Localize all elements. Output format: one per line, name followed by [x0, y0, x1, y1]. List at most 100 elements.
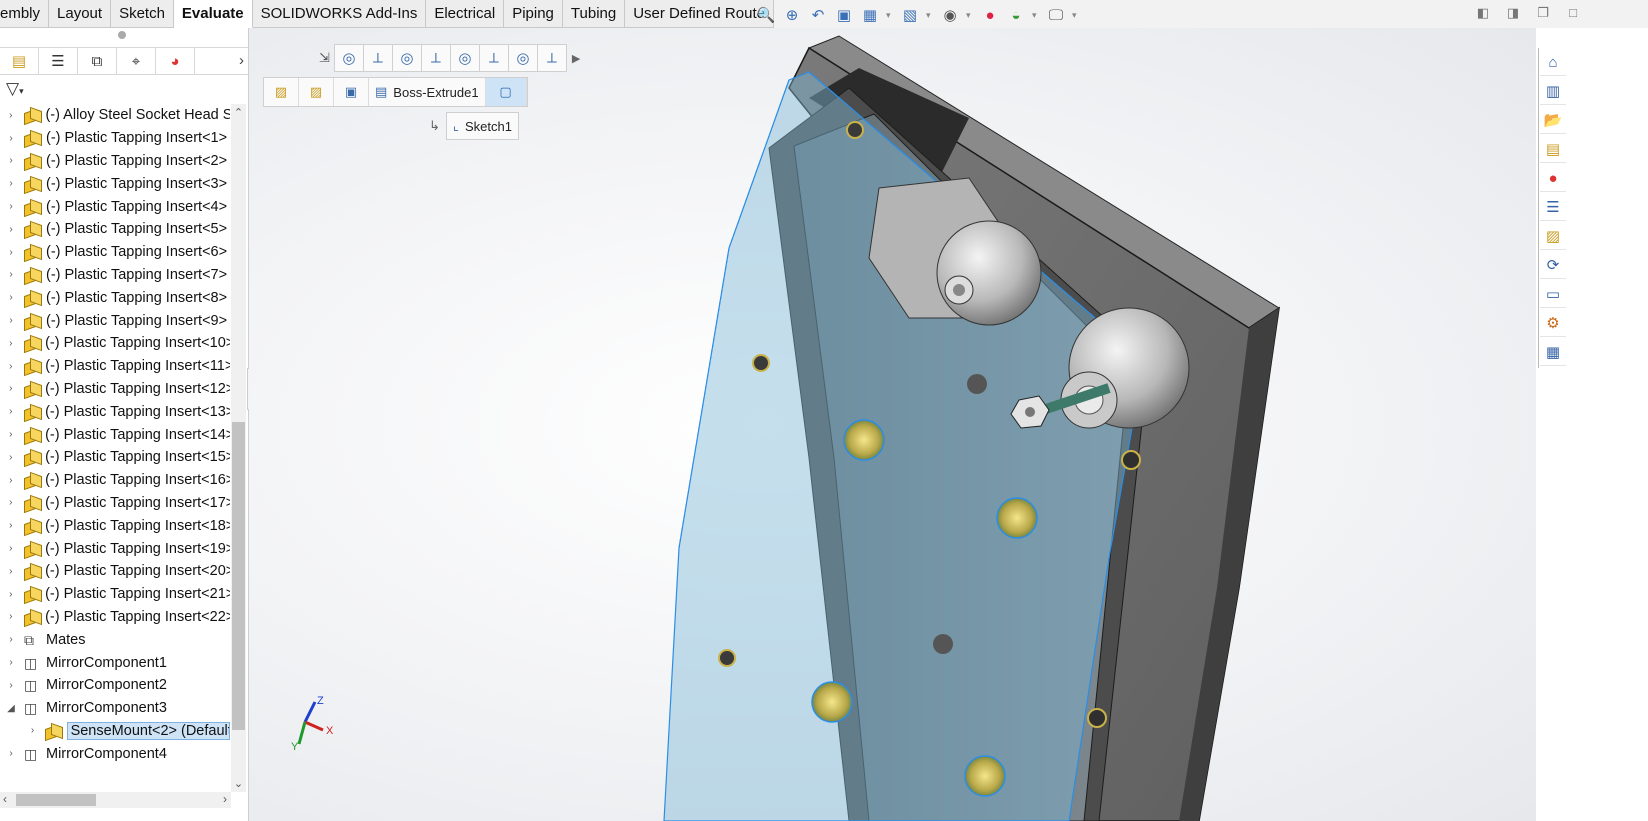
feature-tree-icon[interactable]: ▤: [0, 48, 39, 74]
expand-arrow-icon[interactable]: ›: [0, 566, 22, 577]
expand-arrow-icon[interactable]: ›: [0, 292, 22, 303]
tree-item[interactable]: › SenseMount<2> (Default: [0, 720, 230, 743]
concentric-icon[interactable]: ◎: [333, 44, 364, 72]
tree-item[interactable]: › (-) Plastic Tapping Insert<10>: [0, 332, 230, 355]
tree-item[interactable]: ◢ ◫ MirrorComponent3: [0, 697, 230, 720]
expand-arrow-icon[interactable]: ›: [0, 406, 22, 417]
scroll-left-icon[interactable]: ‹: [3, 792, 7, 806]
scroll-up-icon[interactable]: ⌃: [231, 106, 246, 119]
filter-icon[interactable]: ▽▾: [6, 79, 24, 99]
ribbon-tab-embly[interactable]: embly: [0, 0, 50, 28]
tree-item[interactable]: › (-) Plastic Tapping Insert<15>: [0, 446, 230, 469]
tree-item[interactable]: › ◫ MirrorComponent2: [0, 674, 230, 697]
zoom-to-area-icon[interactable]: ⊕: [782, 5, 802, 25]
scrollbar-thumb[interactable]: [16, 794, 96, 806]
collapse-arrow-icon[interactable]: ◢: [0, 703, 22, 714]
property-manager-icon[interactable]: ☰: [39, 48, 78, 74]
chevron-right-icon[interactable]: ›: [239, 52, 244, 69]
expand-arrow-icon[interactable]: ›: [0, 543, 22, 554]
expand-arrow-icon[interactable]: ›: [0, 361, 22, 372]
tree-item[interactable]: › (-) Plastic Tapping Insert<18>: [0, 514, 230, 537]
expand-arrow-icon[interactable]: ›: [0, 520, 22, 531]
tree-item[interactable]: › ⧉ Mates: [0, 628, 230, 651]
part-icon[interactable]: ▣: [334, 78, 369, 106]
expand-arrow-icon[interactable]: ›: [0, 589, 22, 600]
tree-item[interactable]: › (-) Plastic Tapping Insert<16>: [0, 469, 230, 492]
breadcrumb-feature[interactable]: ▤ Boss-Extrude1: [369, 78, 486, 106]
scroll-down-icon[interactable]: ⌄: [231, 777, 246, 790]
tree-item[interactable]: › ◫ MirrorComponent4: [0, 742, 230, 765]
tree-item[interactable]: › (-) Plastic Tapping Insert<3>: [0, 172, 230, 195]
expand-arrow-icon[interactable]: ›: [0, 748, 22, 759]
tree-item[interactable]: › (-) Plastic Tapping Insert<6>: [0, 241, 230, 264]
custom-properties-icon[interactable]: ☰: [1540, 194, 1566, 221]
concentric-icon[interactable]: ◎: [507, 44, 538, 72]
perpendicular-icon[interactable]: ⟂: [536, 44, 567, 72]
expand-arrow-icon[interactable]: ›: [0, 680, 22, 691]
resources-icon[interactable]: ▥: [1540, 78, 1566, 105]
chevron-down-icon[interactable]: ▾: [926, 10, 934, 21]
design-library-icon[interactable]: 📂: [1540, 107, 1566, 134]
configuration-manager-icon[interactable]: ⧉: [78, 48, 117, 74]
3d-interconnect-icon[interactable]: ⚙: [1540, 310, 1566, 337]
expand-arrow-icon[interactable]: ›: [0, 315, 22, 326]
perpendicular-icon[interactable]: ⟂: [478, 44, 509, 72]
tree-item[interactable]: › (-) Plastic Tapping Insert<11>: [0, 355, 230, 378]
view-palette-icon[interactable]: ▭: [1540, 281, 1566, 308]
tree-item[interactable]: › (-) Plastic Tapping Insert<5>: [0, 218, 230, 241]
tree-item[interactable]: › (-) Plastic Tapping Insert<14>: [0, 423, 230, 446]
tree-item[interactable]: › (-) Plastic Tapping Insert<8>: [0, 286, 230, 309]
forum-icon[interactable]: ▨: [1540, 223, 1566, 250]
apply-scene-icon[interactable]: ◒: [1006, 5, 1026, 25]
tree-item[interactable]: › (-) Plastic Tapping Insert<13>: [0, 400, 230, 423]
ribbon-tab-solidworks-add-ins[interactable]: SOLIDWORKS Add-Ins: [252, 0, 427, 28]
expand-arrow-icon[interactable]: ›: [0, 429, 22, 440]
tree-item[interactable]: › (-) Plastic Tapping Insert<1>: [0, 127, 230, 150]
display-manager-icon[interactable]: ◕: [156, 48, 195, 74]
view-orientation-icon[interactable]: ▦: [860, 5, 880, 25]
expand-arrow-icon[interactable]: ›: [0, 269, 22, 280]
expand-arrow-icon[interactable]: ›: [0, 110, 22, 121]
tree-item[interactable]: › ◫ MirrorComponent1: [0, 651, 230, 674]
3d-model[interactable]: [249, 28, 1536, 821]
expand-arrow-icon[interactable]: ›: [0, 133, 22, 144]
hide-show-items-icon[interactable]: ◉: [940, 5, 960, 25]
expand-arrow-icon[interactable]: ›: [0, 224, 22, 235]
graphics-area[interactable]: ⇲ ◎ ⟂ ◎ ⟂ ◎ ⟂ ◎ ⟂ ▶ ▨ ▨ ▣ ▤ Boss-Extrude…: [249, 28, 1536, 821]
home-icon[interactable]: ⌂: [1540, 49, 1566, 76]
tile-right-icon[interactable]: ◨: [1506, 5, 1520, 20]
tree-item[interactable]: › (-) Alloy Steel Socket Head S: [0, 104, 230, 127]
appearances-icon[interactable]: ●: [1540, 165, 1566, 192]
expand-arrow-icon[interactable]: ›: [22, 725, 43, 736]
scrollbar-thumb[interactable]: [232, 422, 245, 730]
concentric-icon[interactable]: ◎: [391, 44, 422, 72]
view-settings-icon[interactable]: 🖵: [1046, 5, 1066, 25]
ribbon-tab-evaluate[interactable]: Evaluate: [173, 0, 253, 28]
tree-item[interactable]: › (-) Plastic Tapping Insert<22>: [0, 606, 230, 629]
tree-item[interactable]: › (-) Plastic Tapping Insert<7>: [0, 264, 230, 287]
chevron-down-icon[interactable]: ▾: [966, 10, 974, 21]
expand-arrow-icon[interactable]: ›: [0, 247, 22, 258]
expand-arrow-icon[interactable]: ›: [0, 383, 22, 394]
ribbon-tab-tubing[interactable]: Tubing: [562, 0, 626, 28]
restore-icon[interactable]: ❐: [1536, 5, 1550, 20]
breadcrumb-sketch[interactable]: ⌞ Sketch1: [445, 112, 519, 140]
expand-arrow-icon[interactable]: ›: [0, 155, 22, 166]
tree-horizontal-scrollbar[interactable]: ‹ ›: [0, 792, 231, 808]
expand-arrow-icon[interactable]: ›: [0, 475, 22, 486]
perpendicular-icon[interactable]: ⟂: [420, 44, 451, 72]
scroll-right-icon[interactable]: ›: [223, 792, 227, 806]
chevron-right-icon[interactable]: ▶: [572, 52, 580, 65]
ribbon-tab-piping[interactable]: Piping: [504, 0, 563, 28]
panel-grip-icon[interactable]: [118, 31, 126, 39]
tree-item[interactable]: › (-) Plastic Tapping Insert<9>: [0, 309, 230, 332]
ribbon-tab-electrical[interactable]: Electrical: [426, 0, 505, 28]
tile-left-icon[interactable]: ◧: [1476, 5, 1490, 20]
display-style-icon[interactable]: ▧: [900, 5, 920, 25]
zoom-to-fit-icon[interactable]: 🔍: [756, 5, 776, 25]
electrical-icon[interactable]: ▦: [1540, 339, 1566, 366]
context-toolbar-pin-icon[interactable]: ⇲: [319, 50, 330, 66]
expand-arrow-icon[interactable]: ›: [0, 611, 22, 622]
expand-arrow-icon[interactable]: ›: [0, 452, 22, 463]
tree-vertical-scrollbar[interactable]: ⌃ ⌄: [231, 104, 246, 792]
